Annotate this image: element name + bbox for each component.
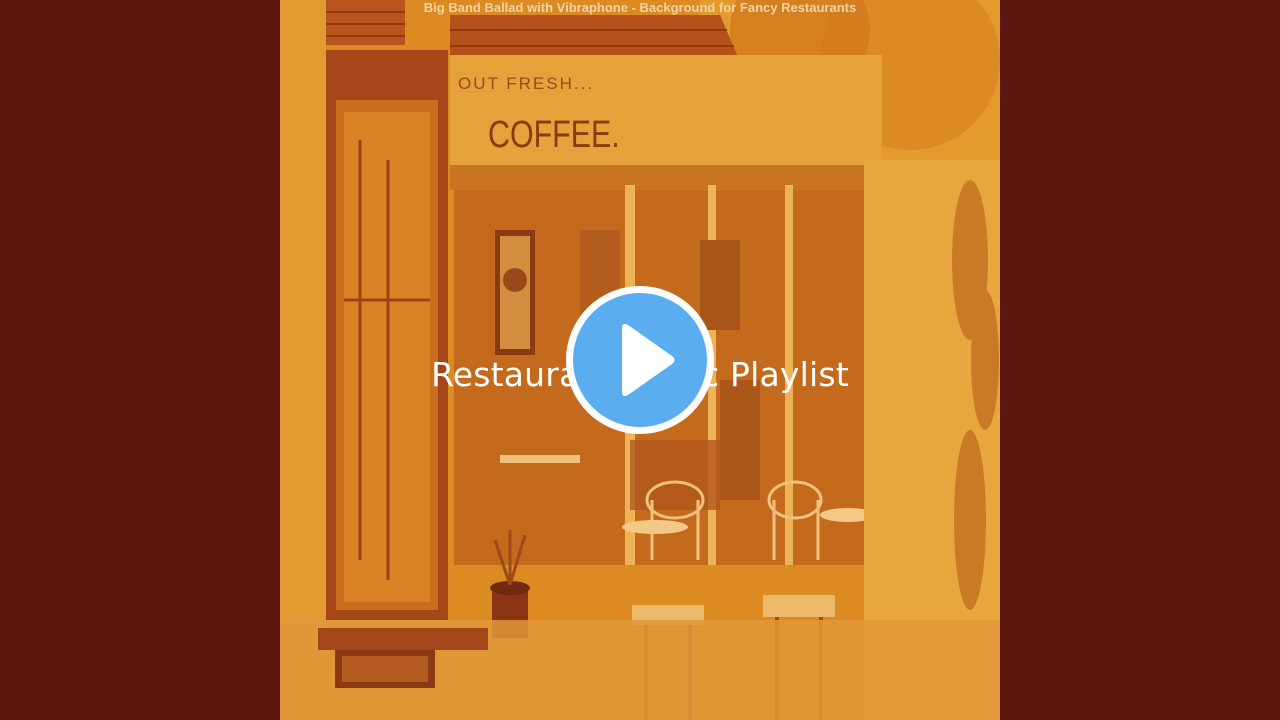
- sign-small-text: OUT FRESH...: [458, 74, 595, 93]
- video-player[interactable]: OUT FRESH... COFFEE. Big Band Ballad wit…: [0, 0, 1280, 720]
- video-title: Big Band Ballad with Vibraphone - Backgr…: [423, 0, 857, 15]
- play-icon: [622, 324, 675, 396]
- play-button[interactable]: [566, 286, 714, 434]
- sign-coffee-text: COFFEE.: [488, 114, 620, 156]
